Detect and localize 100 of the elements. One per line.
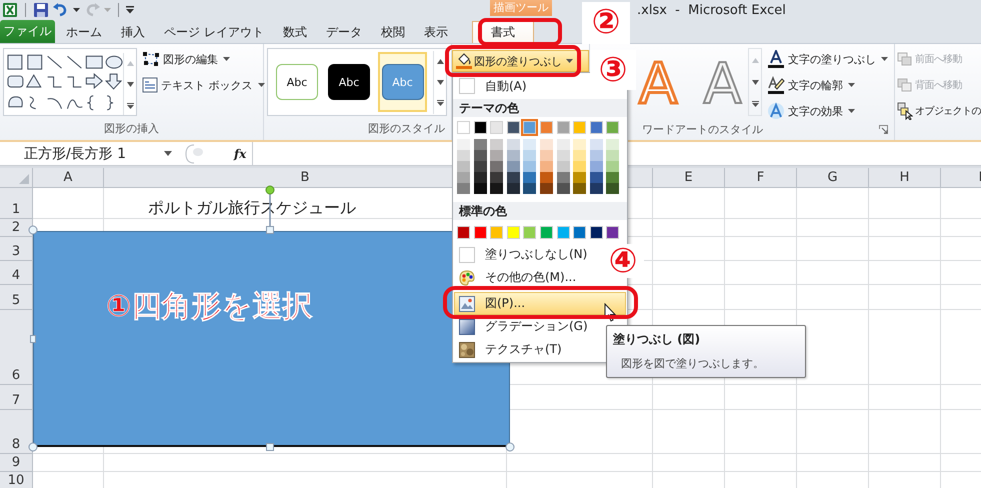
color-swatch[interactable]: [573, 121, 586, 134]
color-swatch[interactable]: [490, 183, 504, 194]
row-header[interactable]: 6: [0, 310, 33, 385]
color-swatch[interactable]: [457, 161, 470, 172]
color-swatch[interactable]: [540, 172, 553, 183]
color-swatch[interactable]: [457, 150, 470, 161]
color-swatch[interactable]: [474, 121, 487, 134]
color-swatch[interactable]: [506, 121, 520, 134]
color-swatch[interactable]: [606, 121, 620, 134]
color-swatch[interactable]: [474, 172, 487, 183]
color-swatch[interactable]: [474, 226, 487, 239]
color-swatch[interactable]: [490, 150, 504, 161]
text-box-button[interactable]: テキスト ボックス: [142, 74, 264, 96]
shape-gallery-drawing[interactable]: [6, 53, 123, 113]
resize-handle[interactable]: [30, 335, 36, 343]
color-swatch[interactable]: [573, 150, 586, 161]
color-swatch[interactable]: [590, 150, 603, 161]
color-swatch[interactable]: [606, 161, 620, 172]
shape-fill-button[interactable]: 図形の塗りつぶし: [452, 50, 589, 72]
color-swatch[interactable]: [490, 172, 504, 183]
color-swatch[interactable]: [540, 183, 553, 194]
color-swatch[interactable]: [590, 183, 603, 194]
color-swatch[interactable]: [474, 150, 487, 161]
color-swatch[interactable]: [606, 183, 620, 194]
color-swatch[interactable]: [556, 226, 570, 239]
row-header[interactable]: 7: [0, 385, 33, 410]
color-swatch[interactable]: [506, 183, 520, 194]
color-swatch[interactable]: [590, 161, 603, 172]
file-tab[interactable]: ファイル: [0, 20, 55, 43]
color-swatch[interactable]: [457, 172, 470, 183]
color-swatch[interactable]: [474, 139, 487, 150]
color-swatch[interactable]: [573, 183, 586, 194]
caret-icon[interactable]: [73, 8, 80, 12]
color-swatch[interactable]: [540, 150, 553, 161]
insert-function-button[interactable]: fx: [234, 146, 252, 160]
color-swatch[interactable]: [540, 139, 553, 150]
color-swatch[interactable]: [523, 161, 536, 172]
color-swatch[interactable]: [457, 121, 470, 134]
color-swatch[interactable]: [540, 161, 553, 172]
color-swatch[interactable]: [523, 121, 536, 134]
ribbon-tab[interactable]: ホーム: [57, 22, 111, 43]
text-fill-button[interactable]: 文字の塗りつぶし: [767, 48, 888, 70]
row-header[interactable]: 5: [0, 285, 33, 310]
color-swatch[interactable]: [506, 172, 520, 183]
caret-icon[interactable]: [164, 151, 172, 156]
color-swatch[interactable]: [606, 172, 620, 183]
color-swatch[interactable]: [556, 139, 570, 150]
excel-icon[interactable]: [2, 2, 18, 18]
resize-handle[interactable]: [28, 226, 38, 234]
color-swatch[interactable]: [606, 226, 620, 239]
splitter-handle-icon[interactable]: [184, 144, 204, 164]
color-swatch[interactable]: [573, 172, 586, 183]
column-header[interactable]: E: [653, 168, 725, 188]
color-swatch[interactable]: [490, 139, 504, 150]
color-swatch[interactable]: [506, 226, 520, 239]
row-header[interactable]: 4: [0, 261, 33, 285]
color-swatch[interactable]: [573, 161, 586, 172]
row-header[interactable]: 1: [0, 188, 33, 219]
color-swatch[interactable]: [540, 226, 553, 239]
ribbon-tab[interactable]: 校閲: [372, 22, 414, 43]
column-header[interactable]: G: [797, 168, 869, 188]
color-swatch[interactable]: [474, 161, 487, 172]
color-swatch[interactable]: [523, 226, 536, 239]
ribbon-tab[interactable]: データ: [316, 22, 371, 43]
menu-item[interactable]: 自動(A): [454, 73, 587, 99]
color-swatch[interactable]: [457, 226, 470, 239]
customize-toolbar-icon[interactable]: [126, 6, 134, 14]
row-header[interactable]: 2: [0, 219, 33, 237]
row-header[interactable]: 10: [0, 472, 33, 488]
color-swatch[interactable]: [457, 183, 470, 194]
color-swatch[interactable]: [556, 161, 570, 172]
color-swatch[interactable]: [556, 172, 570, 183]
color-swatch[interactable]: [490, 226, 504, 239]
color-swatch[interactable]: [556, 150, 570, 161]
column-header[interactable]: A: [33, 168, 104, 188]
color-swatch[interactable]: [523, 150, 536, 161]
color-swatch[interactable]: [573, 226, 586, 239]
color-swatch[interactable]: [474, 183, 487, 194]
color-swatch[interactable]: [606, 139, 620, 150]
color-swatch[interactable]: [490, 121, 504, 134]
column-header[interactable]: H: [869, 168, 941, 188]
color-swatch[interactable]: [506, 150, 520, 161]
color-swatch[interactable]: [573, 139, 586, 150]
ribbon-tab[interactable]: ページ レイアウト: [155, 22, 273, 43]
column-header[interactable]: F: [725, 168, 797, 188]
text-outline-button[interactable]: 文字の輪郭: [767, 74, 855, 96]
column-header[interactable]: I: [941, 168, 981, 188]
selection-pane-button[interactable]: オブジェクトの: [897, 100, 981, 122]
resize-handle[interactable]: [266, 226, 274, 234]
resize-handle[interactable]: [28, 442, 38, 452]
ribbon-tab[interactable]: 表示: [414, 22, 457, 43]
color-swatch[interactable]: [523, 172, 536, 183]
color-swatch[interactable]: [540, 121, 553, 134]
menu-item[interactable]: 図(P)...: [454, 292, 626, 315]
dialog-launcher-icon[interactable]: [879, 125, 888, 134]
text-effects-button[interactable]: 文字の効果: [767, 100, 855, 122]
ribbon-tab[interactable]: 挿入: [112, 22, 154, 43]
color-swatch[interactable]: [506, 161, 520, 172]
color-swatch[interactable]: [606, 150, 620, 161]
color-swatch[interactable]: [556, 183, 570, 194]
